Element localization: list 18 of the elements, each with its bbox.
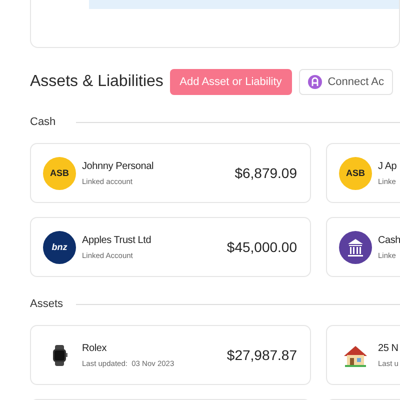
asb-logo: ASB xyxy=(339,156,372,190)
section-title: Assets & Liabilities xyxy=(30,73,164,91)
bnz-logo: bnz xyxy=(43,230,76,264)
account-name: Johnny Personal xyxy=(82,160,154,172)
account-amount: $6,879.09 xyxy=(234,165,297,181)
logo-icon xyxy=(308,75,322,89)
account-amount: $45,000.00 xyxy=(226,239,297,255)
account-amount: $27,987.87 xyxy=(226,347,297,363)
account-name: 25 N xyxy=(378,342,400,354)
bank-icon xyxy=(339,230,372,264)
group-title: Cash xyxy=(30,116,57,128)
account-name: J Ap xyxy=(378,160,398,172)
account-name: Apples Trust Ltd xyxy=(82,234,152,246)
account-name: Rolex xyxy=(82,342,108,354)
account-name: Cash xyxy=(378,234,400,246)
asb-logo: ASB xyxy=(43,156,76,190)
group-title: Assets xyxy=(30,298,64,310)
connect-button[interactable]: Connect Ac xyxy=(298,69,393,95)
